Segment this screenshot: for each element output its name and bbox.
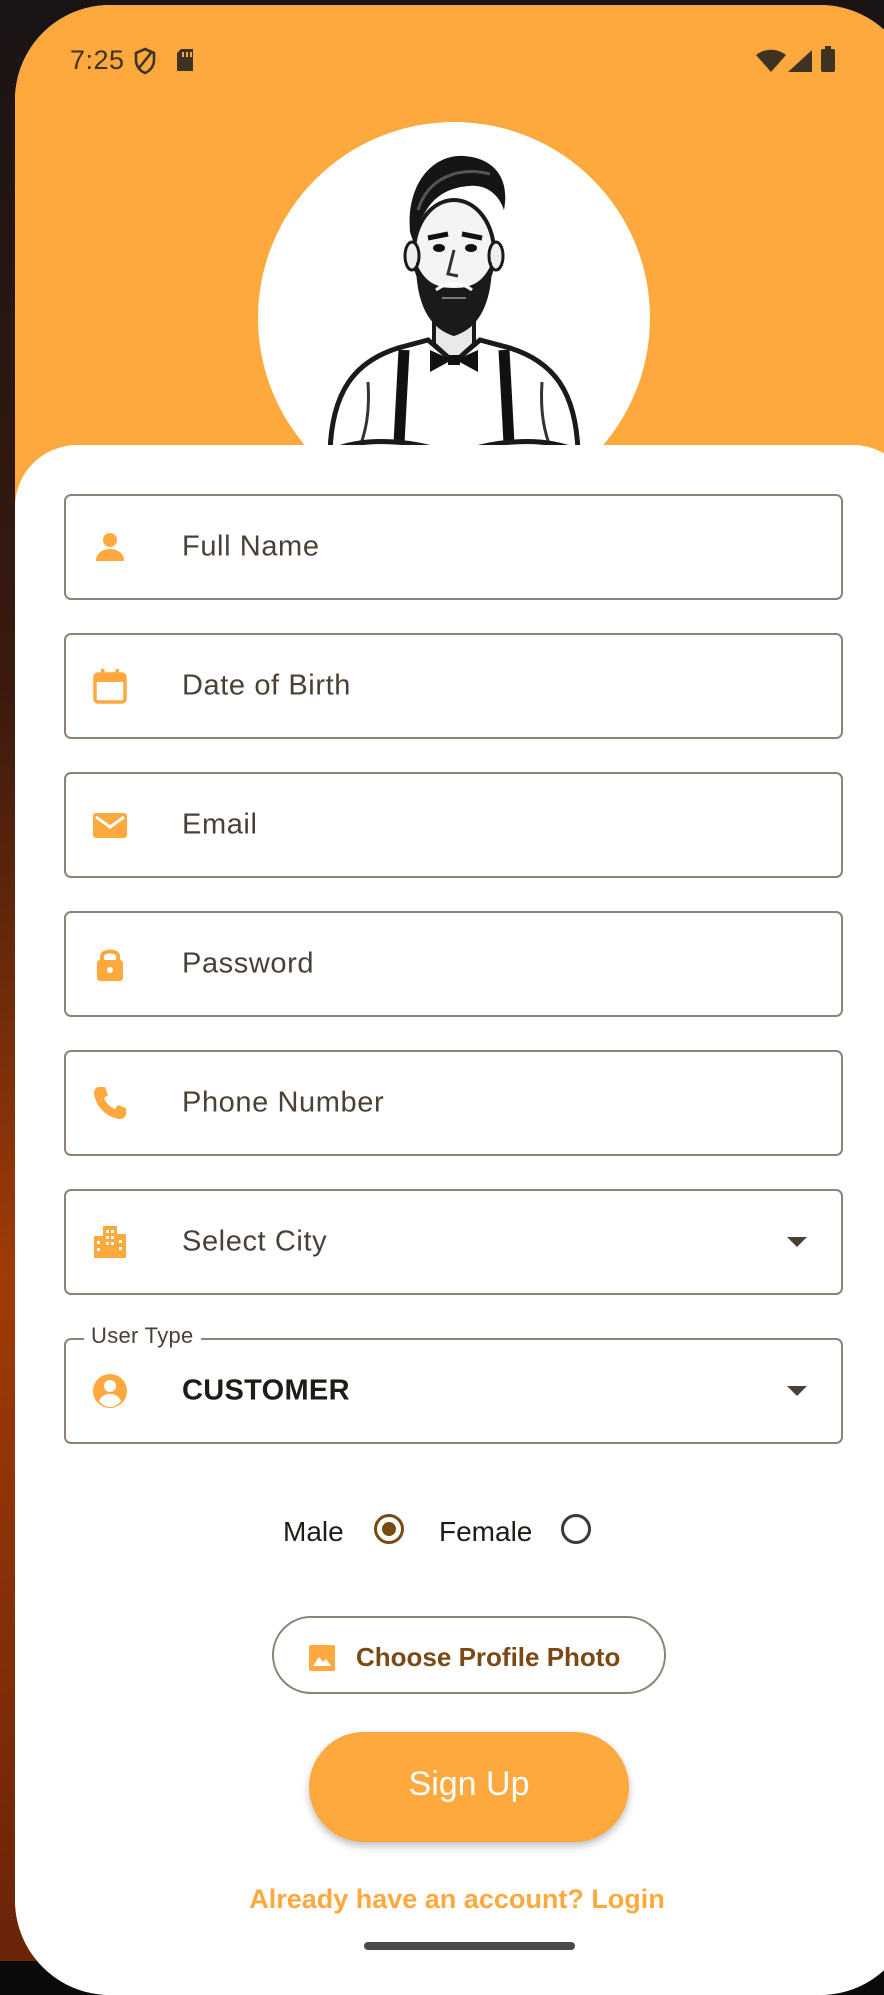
user-type-label: User Type [84,1323,201,1349]
battery-icon [821,46,835,72]
gender-female-label: Female [439,1516,533,1547]
status-bar: 7:25 [15,5,884,115]
mail-icon [93,813,127,838]
city-placeholder: Select City [182,1225,328,1258]
gender-female-radio[interactable] [561,1514,591,1544]
chevron-down-icon [787,1237,807,1247]
password-placeholder: Password [182,947,315,980]
user-type-select[interactable]: User Type CUSTOMER [64,1323,843,1444]
phone-icon [94,1087,126,1119]
choose-profile-photo-label: Choose Profile Photo [356,1642,621,1672]
full-name-field[interactable]: Full Name [64,494,843,600]
gender-radio-group: Male Female [15,1508,884,1558]
lock-icon [97,949,123,981]
shield-icon [134,47,156,75]
gender-male-label: Male [283,1516,344,1547]
email-placeholder: Email [182,808,258,841]
date-of-birth-placeholder: Date of Birth [182,669,351,702]
calendar-icon [93,669,127,704]
gesture-nav-handle[interactable] [364,1942,575,1950]
phone-number-field[interactable]: Phone Number [64,1050,843,1156]
city-select[interactable]: Select City [64,1189,843,1295]
person-icon [96,533,124,561]
gender-male-radio[interactable] [374,1514,404,1544]
sign-up-button[interactable]: Sign Up [309,1732,629,1842]
date-of-birth-field[interactable]: Date of Birth [64,633,843,739]
user-type-value: CUSTOMER [182,1374,350,1407]
chevron-down-icon [787,1386,807,1396]
login-link[interactable]: Already have an account? Login [15,1884,884,1915]
sd-card-icon [177,49,193,71]
wifi-icon [756,49,786,72]
phone-screen: 7:25 Full Name Date of Birth Email Passw… [15,5,884,1995]
sign-up-label: Sign Up [408,1765,530,1803]
full-name-placeholder: Full Name [182,530,320,563]
account-circle-icon [93,1374,127,1408]
signal-icon [788,50,812,72]
image-icon [309,1645,335,1671]
choose-profile-photo-button[interactable]: Choose Profile Photo [272,1616,666,1694]
phone-number-placeholder: Phone Number [182,1086,385,1119]
city-icon [94,1226,126,1258]
password-field[interactable]: Password [64,911,843,1017]
status-time: 7:25 [70,45,125,75]
email-field[interactable]: Email [64,772,843,878]
